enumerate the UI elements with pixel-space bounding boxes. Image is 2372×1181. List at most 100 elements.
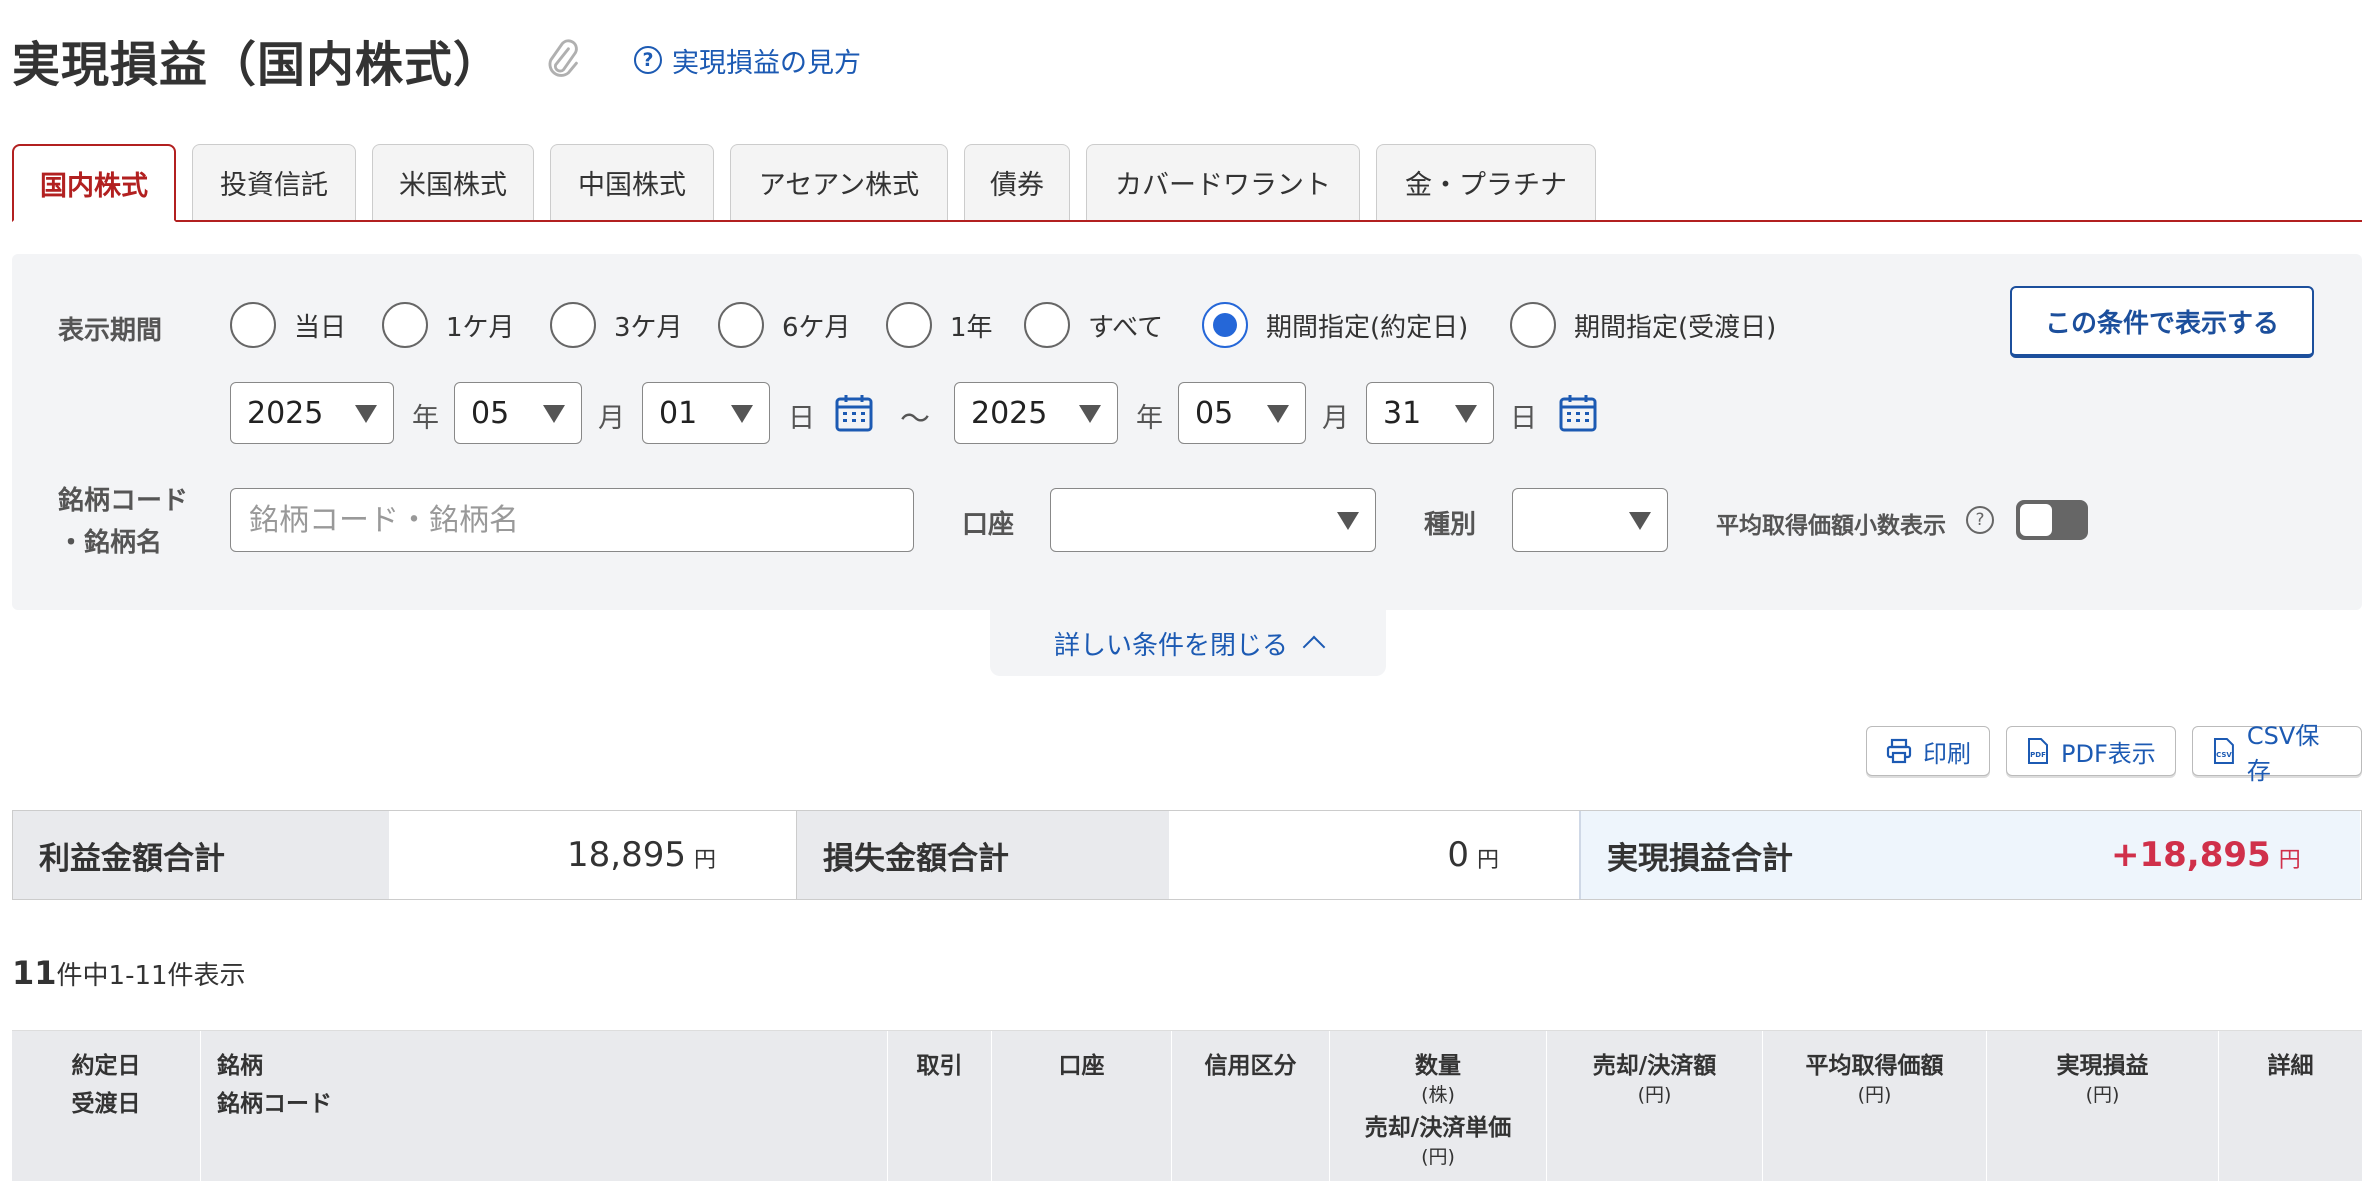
month-unit: 月 bbox=[598, 403, 625, 434]
col-dates: 約定日 受渡日 bbox=[12, 1031, 201, 1181]
col-sale-amount: 売却/決済額 (円) bbox=[1547, 1031, 1763, 1181]
toggle-knob bbox=[2020, 504, 2052, 536]
radio-trade-date-range[interactable]: 期間指定(約定日) bbox=[1202, 302, 1468, 348]
csv-file-icon: CSV bbox=[2213, 738, 2234, 764]
day-unit: 日 bbox=[1510, 403, 1537, 434]
avg-decimal-toggle[interactable] bbox=[2016, 500, 2088, 540]
dropdown-arrow-icon bbox=[1267, 405, 1289, 423]
yen-unit: 円 bbox=[2278, 848, 2301, 873]
radio-label: 3ケ月 bbox=[614, 312, 683, 343]
col-margin-type: 信用区分 bbox=[1172, 1031, 1330, 1181]
paperclip-icon[interactable] bbox=[542, 36, 582, 84]
radio-circle bbox=[718, 302, 764, 348]
dropdown-arrow-icon bbox=[731, 405, 753, 423]
radio-label: 期間指定(受渡日) bbox=[1574, 312, 1777, 343]
collapse-conditions-button[interactable]: 詳しい条件を閉じる bbox=[990, 610, 1386, 676]
col-qty-unit: (株) bbox=[1421, 1084, 1455, 1106]
page-title: 実現損益（国内株式） bbox=[12, 37, 503, 93]
print-label: 印刷 bbox=[1923, 739, 1971, 768]
account-select[interactable] bbox=[1050, 488, 1376, 552]
from-day-select[interactable]: 01 bbox=[642, 382, 770, 444]
account-label: 口座 bbox=[962, 510, 1015, 540]
period-label: 表示期間 bbox=[58, 316, 163, 346]
collapse-label: 詳しい条件を閉じる bbox=[1053, 630, 1288, 661]
pdf-button[interactable]: PDF PDF表示 bbox=[2006, 726, 2176, 776]
col-unit-price-label: 売却/決済単価 bbox=[1364, 1115, 1512, 1141]
col-quantity: 数量 (株) 売却/決済単価 (円) bbox=[1330, 1031, 1547, 1181]
col-pnl-unit: (円) bbox=[2085, 1084, 2120, 1106]
tab-bonds[interactable]: 債券 bbox=[964, 144, 1070, 220]
col-sale-amount-label: 売却/決済額 bbox=[1592, 1053, 1717, 1079]
col-unit-price-unit: (円) bbox=[1421, 1146, 1455, 1168]
help-icon: ? bbox=[634, 46, 663, 74]
stock-search-input[interactable] bbox=[230, 488, 914, 552]
loss-total-label: 損失金額合計 bbox=[797, 811, 1169, 899]
col-stock-name: 銘柄 bbox=[217, 1053, 263, 1079]
radio-circle bbox=[382, 302, 428, 348]
col-detail: 詳細 bbox=[2267, 1053, 2314, 1079]
from-year-select[interactable]: 2025 bbox=[230, 382, 394, 444]
profit-total-label: 利益金額合計 bbox=[13, 811, 389, 899]
csv-button[interactable]: CSV CSV保存 bbox=[2192, 722, 2362, 785]
radio-all[interactable]: すべて bbox=[1024, 302, 1163, 348]
show-results-button[interactable]: この条件で表示する bbox=[2010, 286, 2314, 358]
radio-6months[interactable]: 6ケ月 bbox=[718, 302, 851, 348]
radio-settlement-date-range[interactable]: 期間指定(受渡日) bbox=[1510, 302, 1776, 348]
pdf-file-icon: PDF bbox=[2028, 738, 2048, 764]
year-unit: 年 bbox=[412, 403, 439, 434]
svg-text:PDF: PDF bbox=[2030, 751, 2046, 759]
svg-text:CSV: CSV bbox=[2216, 751, 2232, 759]
dropdown-arrow-icon bbox=[1455, 405, 1477, 423]
radio-label: 1年 bbox=[950, 312, 993, 343]
result-count-text: 件中1-11件表示 bbox=[56, 961, 246, 991]
tab-china-stocks[interactable]: 中国株式 bbox=[550, 144, 714, 220]
calendar-icon[interactable] bbox=[1558, 393, 1598, 433]
radio-1year[interactable]: 1年 bbox=[886, 302, 993, 348]
type-label: 種別 bbox=[1424, 510, 1477, 540]
realized-pnl-total: 実現損益合計 +18,895 円 bbox=[1579, 811, 2360, 899]
to-year-select[interactable]: 2025 bbox=[954, 382, 1118, 444]
radio-circle bbox=[230, 302, 276, 348]
pdf-label: PDF表示 bbox=[2061, 739, 2156, 768]
print-button[interactable]: 印刷 bbox=[1866, 726, 1990, 776]
yen-unit: 円 bbox=[1476, 848, 1499, 873]
select-value: 31 bbox=[1383, 395, 1422, 431]
question-icon[interactable]: ? bbox=[1966, 506, 1994, 534]
radio-label: すべて bbox=[1088, 312, 1164, 343]
stock-code-label-line2: ・銘柄名 bbox=[58, 528, 163, 558]
profit-amount: 18,895 bbox=[567, 835, 686, 875]
dropdown-arrow-icon bbox=[543, 405, 565, 423]
result-count-total: 11 bbox=[12, 954, 57, 992]
select-value: 01 bbox=[659, 395, 698, 431]
radio-3months[interactable]: 3ケ月 bbox=[550, 302, 683, 348]
tab-asean-stocks[interactable]: アセアン株式 bbox=[730, 144, 948, 220]
radio-circle bbox=[1024, 302, 1070, 348]
radio-1month[interactable]: 1ケ月 bbox=[382, 302, 515, 348]
yen-unit: 円 bbox=[693, 848, 716, 873]
year-unit: 年 bbox=[1136, 403, 1163, 434]
calendar-icon[interactable] bbox=[834, 393, 874, 433]
tab-gold-platinum[interactable]: 金・プラチナ bbox=[1376, 144, 1596, 220]
radio-label: 1ケ月 bbox=[446, 312, 515, 343]
select-value: 2025 bbox=[971, 395, 1048, 431]
radio-label: 当日 bbox=[294, 312, 347, 343]
dropdown-arrow-icon bbox=[1629, 512, 1651, 530]
realized-total-label: 実現損益合計 bbox=[1607, 840, 1793, 877]
tab-us-stocks[interactable]: 米国株式 bbox=[372, 144, 534, 220]
results-table-header: 約定日 受渡日 銘柄 銘柄コード 取引 口座 信用区分 数量 (株) 売却/決済単価… bbox=[12, 1030, 2362, 1181]
tab-domestic-stocks[interactable]: 国内株式 bbox=[12, 144, 176, 222]
to-month-select[interactable]: 05 bbox=[1178, 382, 1306, 444]
col-avg-cost: 平均取得価額 (円) bbox=[1763, 1031, 1987, 1181]
select-value: 05 bbox=[471, 395, 510, 431]
help-link[interactable]: ? 実現損益の見方 bbox=[634, 41, 861, 80]
stock-code-label-line1: 銘柄コード bbox=[58, 486, 189, 516]
col-avg-cost-unit: (円) bbox=[1857, 1084, 1892, 1106]
to-day-select[interactable]: 31 bbox=[1366, 382, 1494, 444]
col-qty-label: 数量 bbox=[1415, 1053, 1461, 1079]
type-select[interactable] bbox=[1512, 488, 1668, 552]
from-month-select[interactable]: 05 bbox=[454, 382, 582, 444]
radio-circle bbox=[1510, 302, 1556, 348]
tab-covered-warrants[interactable]: カバードワラント bbox=[1086, 144, 1360, 220]
tab-investment-trusts[interactable]: 投資信託 bbox=[192, 144, 356, 220]
radio-today[interactable]: 当日 bbox=[230, 302, 346, 348]
